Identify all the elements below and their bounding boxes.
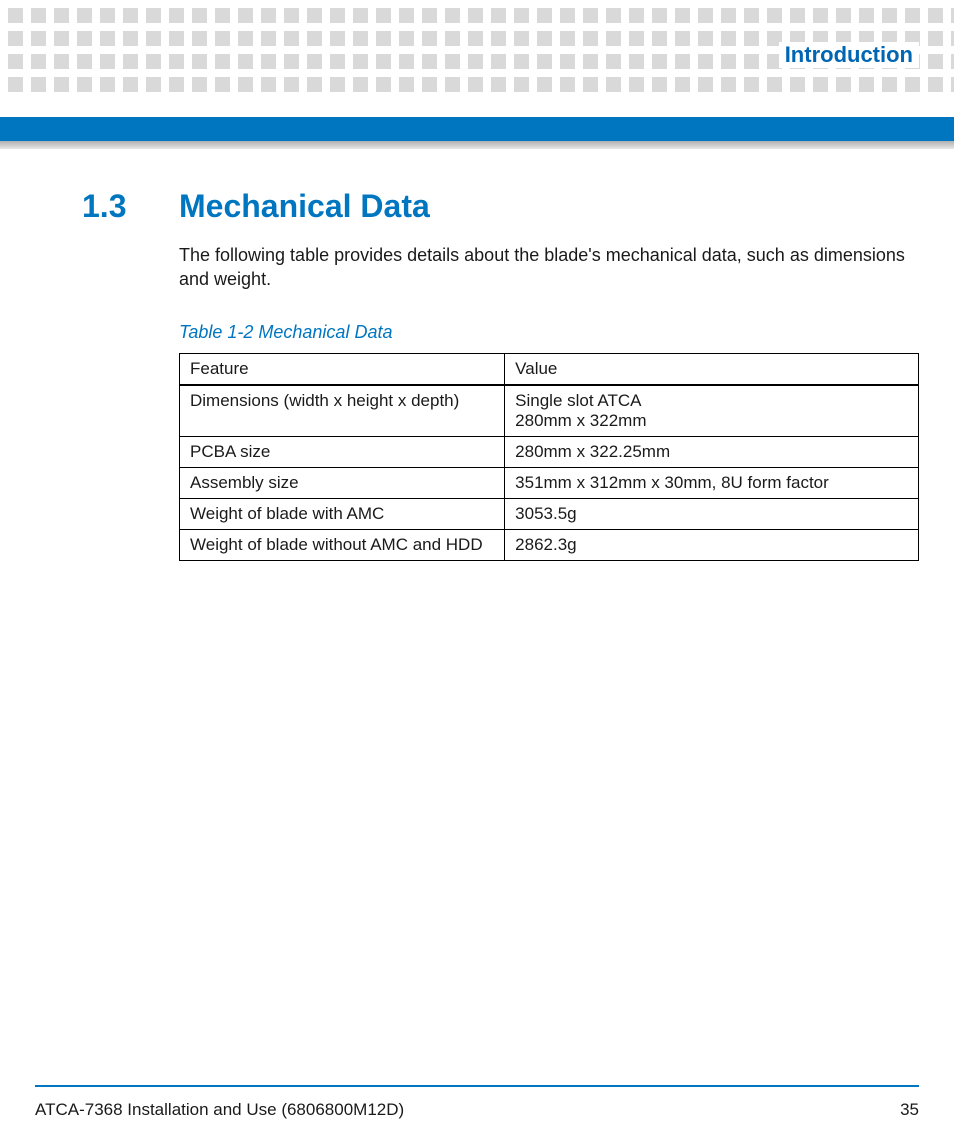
table-cell-feature: Dimensions (width x height x depth)	[180, 385, 505, 437]
table-cell-feature: Weight of blade without AMC and HDD	[180, 529, 505, 560]
table-cell-feature: Weight of blade with AMC	[180, 498, 505, 529]
page-content: 1.3 Mechanical Data The following table …	[82, 188, 919, 561]
table-cell-value: 280mm x 322.25mm	[505, 436, 919, 467]
table-cell-value: 351mm x 312mm x 30mm, 8U form factor	[505, 467, 919, 498]
table-row: Dimensions (width x height x depth)Singl…	[180, 385, 919, 437]
table-body: Dimensions (width x height x depth)Singl…	[180, 385, 919, 561]
table-row: Weight of blade with AMC3053.5g	[180, 498, 919, 529]
table-header-feature: Feature	[180, 353, 505, 385]
table-cell-value: 3053.5g	[505, 498, 919, 529]
footer-doc-title: ATCA-7368 Installation and Use (6806800M…	[35, 1100, 404, 1120]
table-row: PCBA size280mm x 322.25mm	[180, 436, 919, 467]
header-blue-bar	[0, 117, 954, 141]
table-cell-value: Single slot ATCA280mm x 322mm	[505, 385, 919, 437]
section-intro-text: The following table provides details abo…	[179, 243, 919, 292]
section-heading: 1.3 Mechanical Data	[82, 188, 919, 225]
table-caption: Table 1-2 Mechanical Data	[179, 322, 919, 343]
chapter-label: Introduction	[779, 42, 919, 68]
mechanical-data-table: Feature Value Dimensions (width x height…	[179, 353, 919, 561]
section-title: Mechanical Data	[179, 188, 430, 225]
section-number: 1.3	[82, 188, 179, 225]
table-row: Assembly size351mm x 312mm x 30mm, 8U fo…	[180, 467, 919, 498]
table-header-row: Feature Value	[180, 353, 919, 385]
footer-page-number: 35	[900, 1100, 919, 1120]
table-cell-value: 2862.3g	[505, 529, 919, 560]
table-row: Weight of blade without AMC and HDD2862.…	[180, 529, 919, 560]
footer-rule	[35, 1085, 919, 1087]
table-header-value: Value	[505, 353, 919, 385]
header-gray-bar	[0, 141, 954, 149]
table-cell-feature: PCBA size	[180, 436, 505, 467]
page-footer: ATCA-7368 Installation and Use (6806800M…	[35, 1100, 919, 1120]
table-cell-feature: Assembly size	[180, 467, 505, 498]
